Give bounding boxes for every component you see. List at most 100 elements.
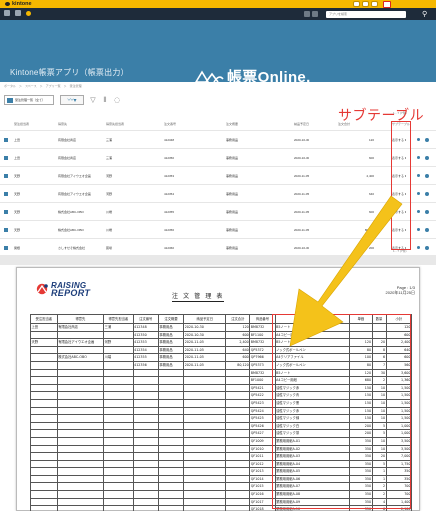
report-cell	[30, 414, 58, 423]
table-cell: 上田	[14, 156, 21, 160]
bell-icon[interactable]	[304, 11, 310, 17]
record-detail-icon[interactable]	[4, 246, 8, 250]
report-cell: 640	[225, 345, 251, 355]
report-cell	[56, 452, 105, 461]
edit-icon[interactable]	[417, 138, 420, 141]
favorite-icon[interactable]	[362, 1, 369, 7]
report-cell: 事務用品	[157, 330, 185, 340]
add-record-icon[interactable]	[425, 156, 429, 160]
table-row[interactable]: 天野 株式会社ABC-OBO 川端 412355 事務用品 2020-11-05 600 表示…	[0, 202, 436, 220]
edit-icon[interactable]	[417, 228, 420, 231]
app-search-input[interactable]: アプリを検索	[326, 11, 406, 18]
page-footer-band	[0, 255, 436, 265]
add-record-icon[interactable]	[425, 210, 429, 214]
edit-icon[interactable]	[417, 210, 420, 213]
search-icon[interactable]: ⚲	[422, 10, 430, 18]
report-cell: 有限会社アイウエオ企画	[56, 338, 105, 347]
gear-icon[interactable]	[312, 11, 318, 17]
report-cell	[56, 474, 105, 484]
view-select[interactable]: 受注管理一覧（全て）	[4, 95, 54, 105]
add-record-icon[interactable]	[425, 246, 429, 250]
notification-icon[interactable]	[353, 1, 360, 7]
table-cell: 2020-11-05	[294, 192, 310, 196]
report-cell	[225, 452, 251, 461]
table-cell: 412353	[164, 174, 175, 178]
report-cell: 120	[225, 323, 251, 332]
table-row[interactable]: 天野 有限会社アイウエオ企画 河野 412353 事務用品 2020-11-05 2,400…	[0, 166, 436, 184]
user-menu-icon[interactable]	[383, 0, 391, 8]
record-detail-icon[interactable]	[4, 156, 8, 160]
chart-icon[interactable]: ⫴	[100, 95, 110, 105]
report-cell: 上田	[30, 323, 58, 332]
report-cell	[183, 444, 227, 454]
report-cell: 2020-11-05	[183, 338, 227, 347]
table-cell: 412350	[164, 156, 175, 160]
table-cell: 2020-10-30	[294, 156, 310, 160]
table-cell: 640	[368, 192, 374, 196]
header-cell[interactable]: 注文番号	[164, 122, 176, 126]
report-cell	[157, 505, 185, 511]
add-record-icon[interactable]	[425, 174, 429, 178]
breadcrumb[interactable]: ポータル ＞ スペース ＞ アプリ一覧 ＞ 受注管理	[4, 84, 82, 88]
home-icon[interactable]	[15, 10, 21, 16]
table-cell: 事務用品	[226, 210, 239, 214]
edit-icon[interactable]	[417, 246, 420, 249]
report-cell	[103, 391, 134, 400]
header-cell[interactable]: 得意先	[58, 122, 67, 126]
table-cell: 412360	[164, 246, 175, 250]
edit-icon[interactable]	[417, 192, 420, 195]
report-cell	[183, 467, 227, 476]
report-cell	[157, 414, 185, 423]
table-cell: 2020-10-30	[294, 246, 310, 250]
add-record-icon[interactable]	[425, 138, 429, 142]
report-cell	[56, 406, 105, 416]
table-row[interactable]: 上田 有限会社商店 三浦 412348 事務用品 2020-10-30 120 表示する ▾	[0, 130, 436, 148]
table-row[interactable]: 上田 有限会社商店 三浦 412350 事務用品 2020-10-30 600 表示する ▾	[0, 148, 436, 166]
add-record-icon[interactable]	[425, 228, 429, 232]
table-row[interactable]: 天野 有限会社アイウエオ企画 河野 412354 事務用品 2020-11-05 640 表示…	[0, 184, 436, 202]
table-cell: 事務用品	[226, 192, 239, 196]
report-cell	[30, 467, 58, 476]
header-cell[interactable]: 注文合計	[338, 122, 350, 126]
table-row[interactable]: 関根 さしすせそ株式会社 蕨場 412360 事務用品 2020-10-30 200 表示する…	[0, 238, 436, 256]
pager-bottom[interactable]: 1 - 7 (7件)	[393, 249, 407, 253]
header-cell[interactable]: 納品予定日	[294, 122, 309, 126]
report-cell	[30, 452, 58, 461]
table-cell: 200	[368, 246, 374, 250]
table-cell: 2020-11-05	[294, 174, 310, 178]
report-cell	[183, 497, 227, 507]
pager-top[interactable]: 1 - 7 (7件)	[393, 111, 407, 115]
header-cell[interactable]: 注文概要	[226, 122, 238, 126]
report-cell	[183, 414, 227, 423]
menu-icon[interactable]	[4, 10, 10, 16]
navbar: アプリを検索 ⚲	[0, 8, 436, 20]
edit-icon[interactable]	[417, 156, 420, 159]
table-cell: 三浦	[106, 156, 113, 160]
header-cell[interactable]: 受注担当者	[14, 122, 29, 126]
table-row[interactable]: 天野 株式会社ABC-OBO 川端 412356 事務用品 2020-11-05 80,12…	[0, 220, 436, 238]
add-record-icon[interactable]	[425, 192, 429, 196]
edit-icon[interactable]	[417, 174, 420, 177]
report-cell: 事務用品	[157, 345, 185, 355]
table-cell: 関根	[14, 246, 21, 250]
report-cell	[183, 376, 227, 385]
raising-report-logo: RAISING REPORT	[36, 280, 90, 298]
report-cell	[103, 505, 134, 511]
record-detail-icon[interactable]	[4, 228, 8, 232]
record-detail-icon[interactable]	[4, 138, 8, 142]
help-icon[interactable]	[371, 1, 378, 7]
report-cell	[56, 482, 105, 492]
comment-icon[interactable]: ◌	[112, 95, 122, 105]
record-detail-icon[interactable]	[4, 174, 8, 178]
record-detail-icon[interactable]	[4, 192, 8, 196]
report-cell	[132, 497, 159, 507]
header-cell[interactable]: 得意先担当者	[106, 122, 124, 126]
record-detail-icon[interactable]	[4, 210, 8, 214]
report-cell	[30, 330, 58, 340]
filter-icon[interactable]: ▽	[88, 95, 98, 105]
report-cell	[103, 474, 134, 484]
graph-button[interactable]: 〰▾	[60, 95, 84, 105]
report-cell	[103, 459, 134, 469]
kintone-logo[interactable]: kintone	[5, 1, 32, 7]
star-icon[interactable]	[26, 10, 31, 16]
